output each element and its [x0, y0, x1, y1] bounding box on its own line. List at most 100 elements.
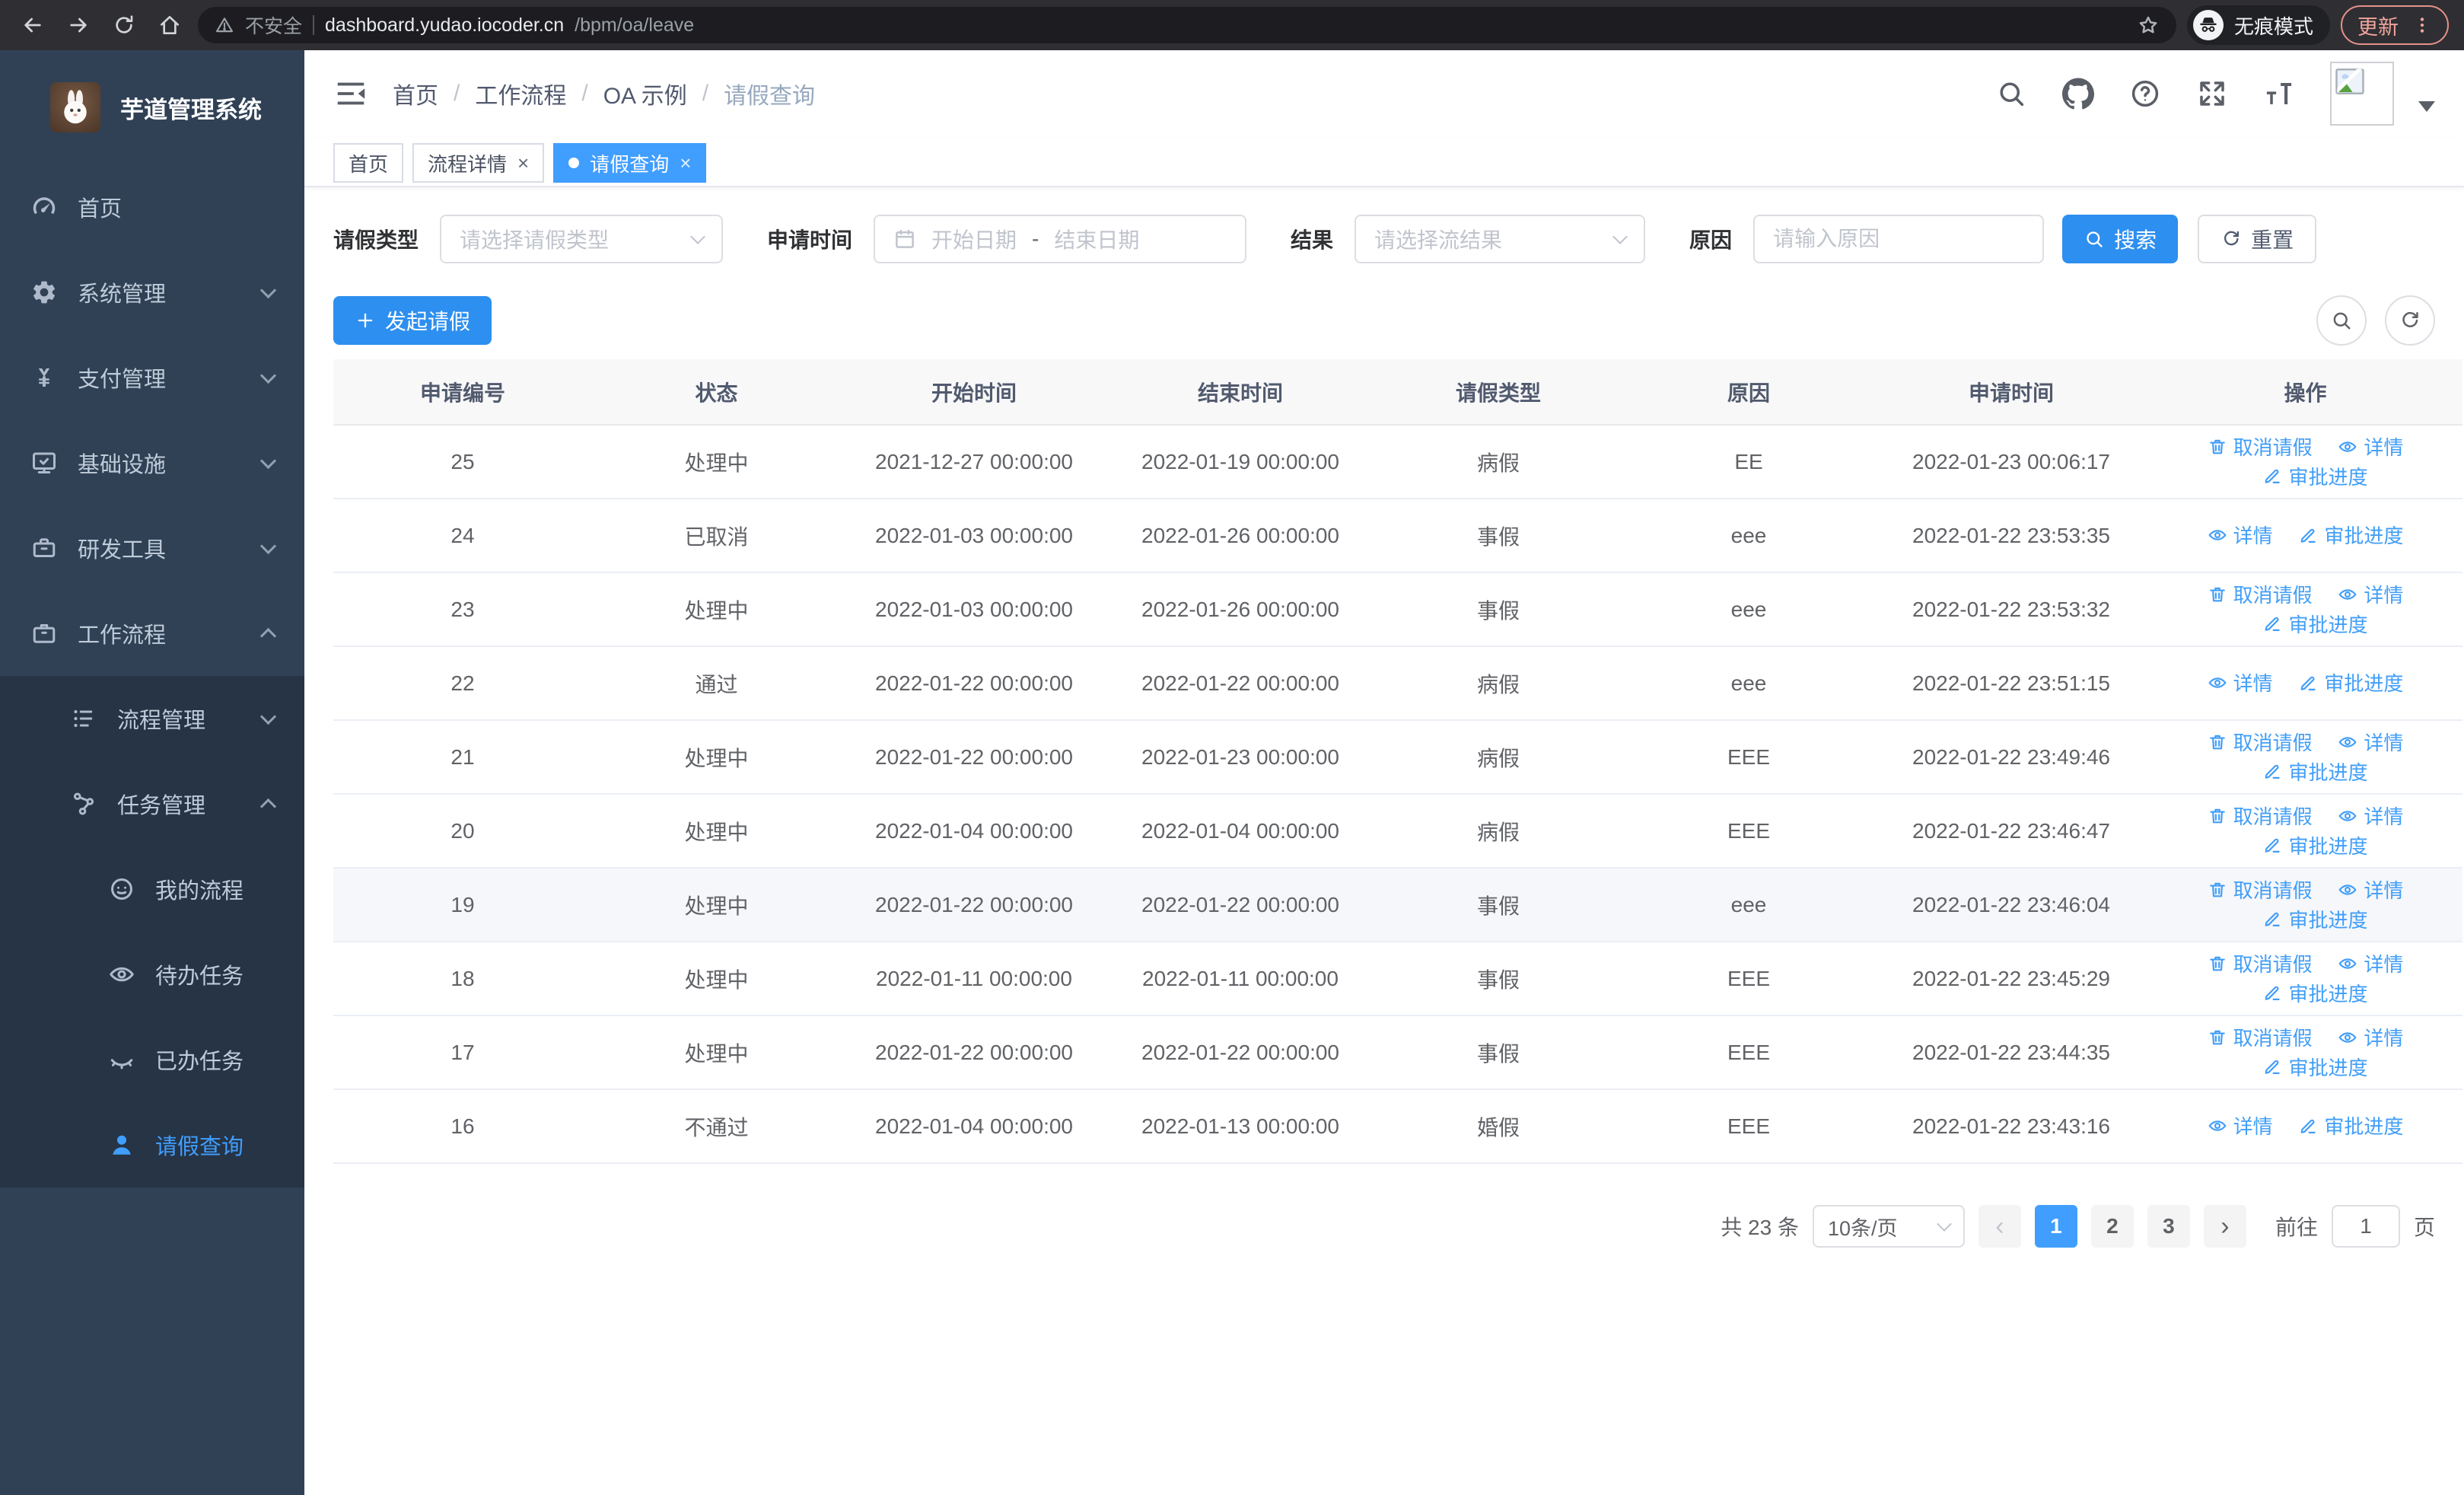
approval-progress-link[interactable]: 审批进度 [2262, 831, 2368, 859]
home-icon[interactable] [152, 8, 187, 43]
approval-progress-link[interactable]: 审批进度 [2262, 905, 2368, 933]
reload-icon[interactable] [107, 8, 142, 43]
result-select[interactable]: 请选择流结果 [1355, 215, 1646, 263]
search-button[interactable]: 搜索 [2062, 215, 2179, 263]
cell-actions: 取消请假 详情 审批进度 [2148, 720, 2462, 795]
sidebar-item[interactable]: 任务管理 [0, 761, 304, 846]
detail-link[interactable]: 详情 [2338, 728, 2403, 756]
edit-icon [2262, 983, 2282, 1003]
date-range-picker[interactable]: 开始日期 - 结束日期 [874, 215, 1247, 263]
detail-link[interactable]: 详情 [2338, 432, 2403, 461]
approval-progress-link[interactable]: 审批进度 [2262, 1053, 2368, 1081]
cell-leave-type: 婚假 [1374, 1089, 1623, 1164]
detail-link[interactable]: 详情 [2208, 1111, 2273, 1140]
back-icon[interactable] [15, 8, 50, 43]
app-logo[interactable]: 芋道管理系统 [0, 50, 304, 164]
page-number-button[interactable]: 3 [2147, 1205, 2190, 1248]
cancel-leave-link[interactable]: 取消请假 [2208, 580, 2313, 608]
sidebar-item[interactable]: 已办任务 [0, 1017, 304, 1102]
forward-icon[interactable] [61, 8, 96, 43]
toggle-search-button[interactable] [2316, 295, 2367, 346]
cancel-leave-link[interactable]: 取消请假 [2208, 1023, 2313, 1051]
sidebar-item[interactable]: 系统管理 [0, 250, 304, 335]
eye-icon [2338, 437, 2357, 457]
chevron-down-icon [259, 367, 277, 384]
prev-page-button[interactable]: ‹ [1978, 1205, 2021, 1248]
reset-button[interactable]: 重置 [2198, 215, 2317, 263]
cell-apply-id: 19 [333, 868, 592, 942]
close-tab-icon[interactable]: × [517, 153, 529, 173]
fullscreen-icon[interactable] [2196, 78, 2228, 110]
table-header-row: 申请编号 状态 开始时间 结束时间 请假类型 原因 申请时间 操作 [333, 359, 2462, 426]
sidebar-item[interactable]: 我的流程 [0, 846, 304, 932]
cancel-leave-link[interactable]: 取消请假 [2208, 875, 2313, 904]
cell-leave-type: 事假 [1374, 572, 1623, 647]
chevron-down-icon [259, 452, 277, 469]
sidebar-item[interactable]: 首页 [0, 164, 304, 250]
refresh-table-button[interactable] [2385, 295, 2435, 346]
menu-fold-icon[interactable] [333, 76, 368, 111]
approval-progress-link[interactable]: 审批进度 [2298, 1111, 2403, 1140]
detail-link[interactable]: 详情 [2338, 875, 2403, 904]
cell-apply-time: 2022-01-22 23:51:15 [1874, 646, 2148, 721]
approval-progress-link[interactable]: 审批进度 [2262, 757, 2368, 786]
approval-progress-link[interactable]: 审批进度 [2298, 521, 2403, 549]
cancel-leave-link[interactable]: 取消请假 [2208, 802, 2313, 830]
sidebar-item[interactable]: 流程管理 [0, 676, 304, 761]
approval-progress-link[interactable]: 审批进度 [2262, 462, 2368, 490]
goto-page-input[interactable] [2331, 1205, 2400, 1248]
approval-progress-link[interactable]: 审批进度 [2262, 979, 2368, 1007]
avatar[interactable] [2330, 62, 2394, 126]
detail-link[interactable]: 详情 [2208, 521, 2273, 549]
sidebar-item[interactable]: 工作流程 [0, 591, 304, 676]
browser-update-button[interactable]: 更新 [2341, 5, 2449, 45]
detail-link[interactable]: 详情 [2338, 949, 2403, 977]
cell-reason: EEE [1623, 942, 1874, 1016]
detail-link[interactable]: 详情 [2338, 1023, 2403, 1051]
page-number-button[interactable]: 1 [2034, 1205, 2077, 1248]
sidebar-item[interactable]: 待办任务 [0, 932, 304, 1017]
cell-apply-time: 2022-01-22 23:44:35 [1874, 1015, 2148, 1090]
page-number-button[interactable]: 2 [2090, 1205, 2134, 1248]
browser-menu-icon[interactable] [2412, 15, 2432, 35]
sidebar-item[interactable]: 请假查询 [0, 1102, 304, 1187]
approval-progress-link[interactable]: 审批进度 [2298, 668, 2403, 696]
help-icon[interactable] [2129, 78, 2161, 110]
cell-reason: EEE [1623, 720, 1874, 795]
sidebar-item-label: 流程管理 [117, 709, 206, 733]
edit-icon [2262, 614, 2282, 633]
page-size-select[interactable]: 10条/页 [1812, 1205, 1965, 1248]
close-tab-icon[interactable]: × [680, 153, 691, 173]
detail-link[interactable]: 详情 [2338, 580, 2403, 608]
cancel-leave-link[interactable]: 取消请假 [2208, 949, 2313, 977]
approval-progress-link[interactable]: 审批进度 [2262, 610, 2368, 638]
cell-apply-id: 18 [333, 942, 592, 1016]
active-tab-dot [568, 158, 580, 168]
leave-type-select[interactable]: 请选择请假类型 [440, 215, 724, 263]
cancel-leave-link[interactable]: 取消请假 [2208, 728, 2313, 756]
search-icon[interactable] [1995, 78, 2027, 110]
sidebar-item[interactable]: 基础设施 [0, 420, 304, 505]
font-size-icon[interactable] [2263, 78, 2295, 110]
view-tab[interactable]: 流程详情 × [412, 143, 545, 183]
cell-status: 处理中 [592, 868, 841, 942]
sidebar-item[interactable]: 支付管理 [0, 335, 304, 420]
view-tab[interactable]: 首页 [333, 143, 404, 183]
breadcrumb-item: 工作流程 [475, 84, 567, 109]
next-page-button[interactable]: › [2203, 1205, 2246, 1248]
update-label: 更新 [2357, 15, 2399, 39]
detail-link[interactable]: 详情 [2338, 802, 2403, 830]
create-leave-button[interactable]: 发起请假 [333, 296, 492, 345]
cancel-leave-link[interactable]: 取消请假 [2208, 432, 2313, 461]
github-icon[interactable] [2062, 78, 2094, 110]
url-bar[interactable]: 不安全 dashboard.yudao.iocoder.cn/bpm/oa/le… [198, 7, 2176, 43]
detail-link[interactable]: 详情 [2208, 668, 2273, 696]
bookmark-star-icon[interactable] [2137, 14, 2160, 37]
sidebar-item[interactable]: 研发工具 [0, 505, 304, 591]
view-tab[interactable]: 请假查询 × [553, 143, 707, 183]
user-menu-caret-icon[interactable] [2418, 101, 2435, 112]
cell-leave-type: 病假 [1374, 720, 1623, 795]
reason-input[interactable] [1753, 215, 2045, 263]
cell-reason: eee [1623, 499, 1874, 573]
not-secure-warning-icon [215, 15, 234, 35]
